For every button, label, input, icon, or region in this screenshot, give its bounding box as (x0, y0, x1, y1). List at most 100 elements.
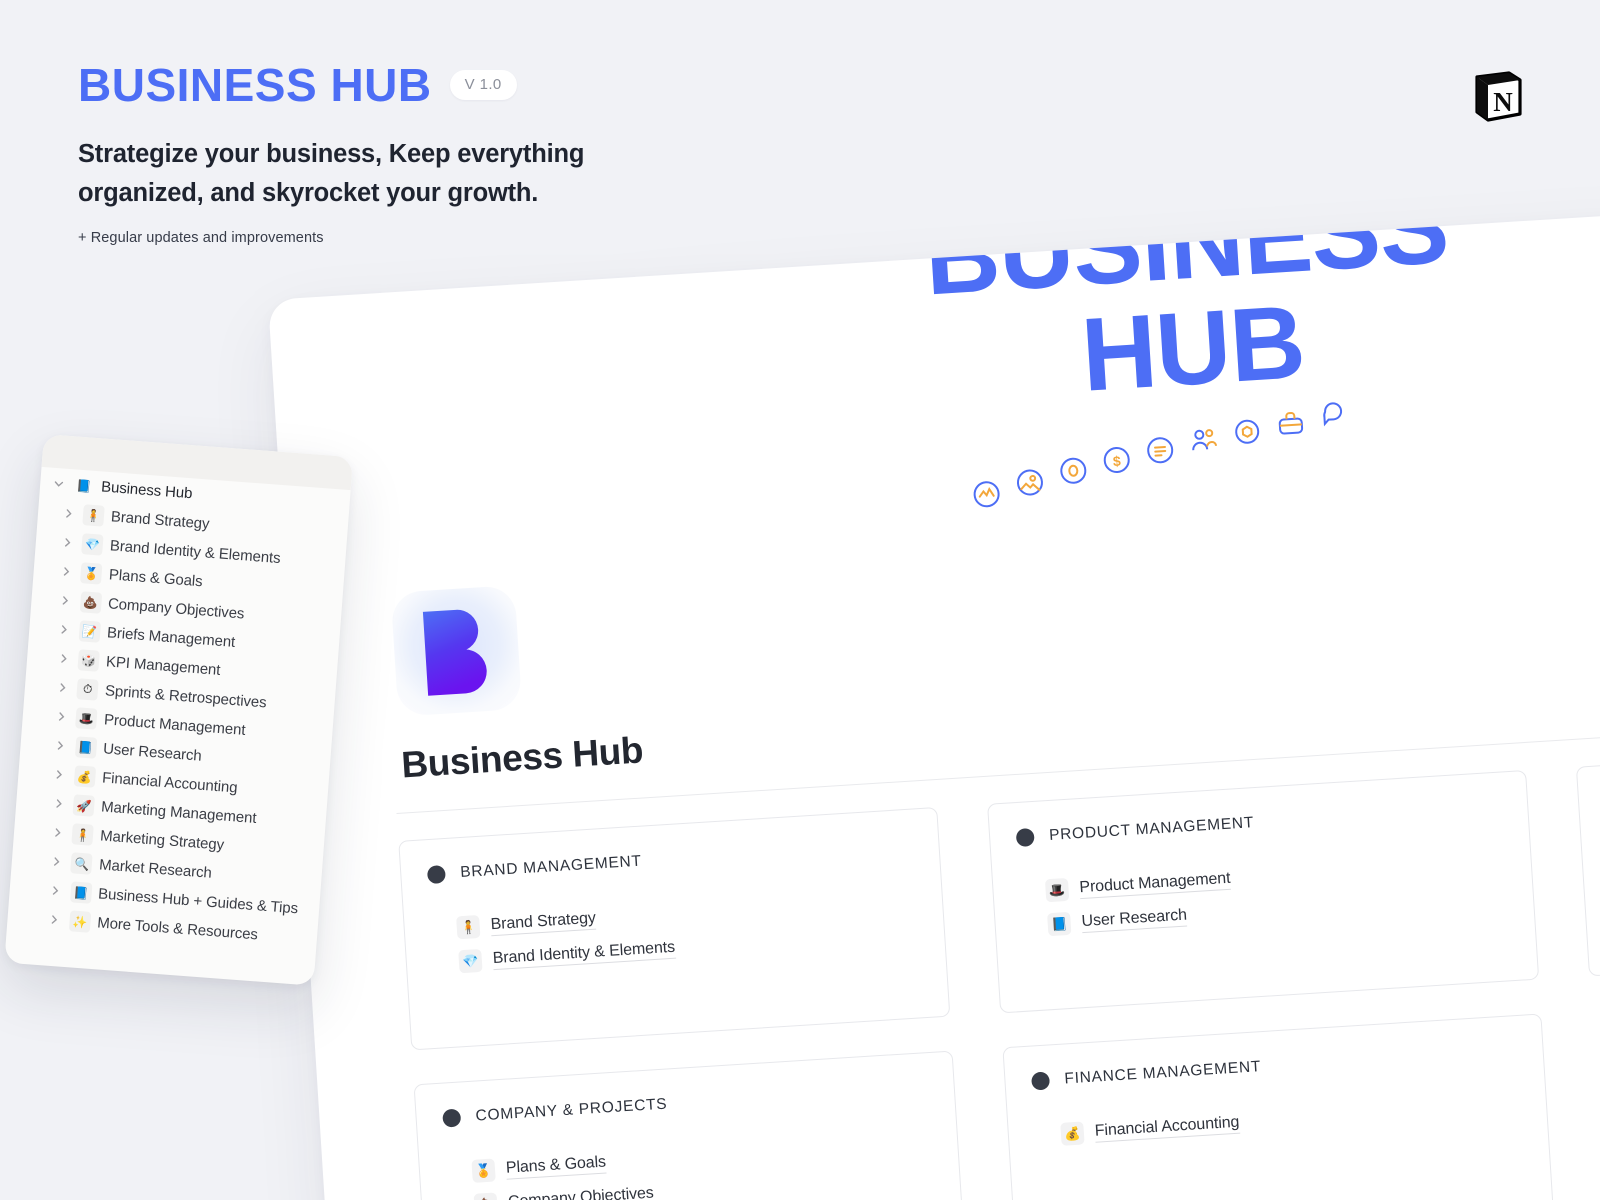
chat-bubble-icon (1318, 397, 1350, 429)
chevron-right-icon[interactable] (47, 885, 64, 897)
version-badge: V 1.0 (449, 70, 517, 100)
list-item-label: Plans & Goals (505, 1153, 607, 1180)
page-root: BUSINESS HUB V 1.0 Strategize your busin… (0, 0, 1600, 1200)
page-emoji-icon: 🏅 (471, 1158, 496, 1183)
column-left: BRAND MANAGEMENT 🧍 Brand Strategy 💎 Bran… (398, 806, 969, 1200)
title-row: BUSINESS HUB V 1.0 (78, 62, 778, 108)
notion-canvas-card: BUSINESS HUB $ Business Hub BRAND MANAGE… (268, 203, 1600, 1200)
sidebar-tree: 🧍 Brand Strategy 💎 Brand Identity & Element… (7, 497, 349, 954)
sidebar-item-label: Market Research (98, 856, 213, 882)
list-item[interactable]: 💰 Financial Accounting (1060, 1094, 1521, 1146)
section-header: FINANCE MANAGEMENT (1031, 1042, 1517, 1091)
b-letter-icon (422, 609, 487, 696)
bullet-dot-icon (442, 1108, 462, 1128)
page-emoji-icon: ⏱ (76, 678, 99, 701)
sidebar-item-label: Briefs Management (106, 624, 236, 651)
subline: + Regular updates and improvements (78, 229, 324, 246)
sidebar-item-label: KPI Management (105, 653, 221, 679)
chevron-right-icon[interactable] (59, 536, 76, 548)
chevron-right-icon[interactable] (55, 652, 72, 664)
page-emoji-icon: 🏅 (80, 562, 103, 585)
pulse-chart-icon (971, 478, 1003, 510)
chevron-right-icon[interactable] (56, 623, 73, 635)
chevron-right-icon[interactable] (60, 507, 77, 519)
chevron-down-icon[interactable] (50, 478, 67, 490)
sidebar-panel: 📘 Business Hub 🧍 Brand Strategy 💎 Brand Ide… (4, 434, 354, 986)
chevron-right-icon[interactable] (49, 827, 66, 839)
page-emoji-icon: 🧍 (71, 823, 95, 846)
list-item-label: Brand Identity & Elements (492, 938, 676, 970)
list-item-label: Product Management (1078, 869, 1232, 899)
section-card-product-management[interactable]: PRODUCT MANAGEMENT 🎩 Product Management … (987, 769, 1540, 1014)
chevron-right-icon[interactable] (50, 798, 67, 810)
page-emoji-icon: 💎 (81, 533, 104, 556)
section-items: 🎩 Product Management 📘 User Research (1019, 850, 1508, 937)
column-middle: PRODUCT MANAGEMENT 🎩 Product Management … (987, 769, 1557, 1200)
section-title: FINANCE MANAGEMENT (1063, 1058, 1262, 1088)
hexagon-node-icon (1231, 416, 1263, 448)
section-title: COMPANY & PROJECTS (475, 1095, 668, 1125)
list-item-label: Company Objectives (507, 1184, 655, 1200)
page-emoji-icon: 📘 (69, 881, 93, 904)
sidebar-item-label: Business Hub (100, 478, 193, 503)
dollar-coin-icon: $ (1101, 444, 1133, 476)
people-users-icon (1188, 425, 1220, 457)
section-card-company-projects[interactable]: COMPANY & PROJECTS 🏅 Plans & Goals 💩 Com… (413, 1050, 968, 1200)
bullet-dot-icon (1031, 1071, 1051, 1091)
page-emoji-icon: 📝 (78, 620, 101, 643)
page-emoji-icon: 🚀 (72, 794, 96, 817)
chevron-right-icon[interactable] (58, 565, 75, 577)
page-emoji-icon: 🧍 (456, 914, 481, 940)
image-photo-icon (1014, 467, 1046, 499)
page-emoji-icon: 💎 (458, 948, 483, 974)
sidebar-item-label: Company Objectives (107, 595, 245, 623)
chevron-right-icon[interactable] (51, 769, 68, 781)
page-emoji-icon: ✨ (68, 910, 92, 933)
briefcase-icon (1275, 407, 1307, 439)
chevron-right-icon[interactable] (53, 711, 70, 723)
chevron-right-icon[interactable] (57, 594, 74, 606)
page-emoji-icon: 📘 (1047, 911, 1072, 937)
sidebar-item-label: More Tools & Resources (96, 914, 259, 944)
page-emoji-icon: 💩 (79, 591, 102, 614)
page-title: BUSINESS HUB (78, 59, 432, 111)
page-emoji-icon: 💩 (473, 1192, 498, 1200)
chevron-right-icon[interactable] (52, 740, 69, 752)
section-card-finance-management[interactable]: FINANCE MANAGEMENT 💰 Financial Accountin… (1002, 1013, 1555, 1200)
canvas-page-title: Business Hub (400, 729, 645, 786)
bullet-dot-icon (426, 865, 446, 885)
section-header: PRODUCT MANAGEMENT (1015, 799, 1502, 848)
section-items: 🧍 Brand Strategy 💎 Brand Identity & Elem… (430, 888, 919, 975)
page-header: BUSINESS HUB V 1.0 Strategize your busin… (78, 62, 778, 246)
sidebar-item-label: Financial Accounting (101, 769, 239, 797)
page-emoji-icon: 🧍 (82, 504, 105, 527)
page-emoji-icon: 📘 (74, 736, 97, 759)
page-emoji-icon: 🎩 (75, 707, 98, 730)
page-emoji-icon: 💰 (73, 765, 96, 788)
section-card-growth[interactable]: GROWTH 🚀 Marketing Management 🧍 Marketin… (1575, 732, 1600, 977)
section-items: 🏅 Plans & Goals 💩 Company Objectives 📝 B… (445, 1131, 938, 1200)
section-title: PRODUCT MANAGEMENT (1048, 814, 1255, 844)
section-header: COMPANY & PROJECTS (442, 1079, 928, 1128)
chevron-right-icon[interactable] (48, 856, 65, 868)
page-emoji-icon: 📘 (75, 478, 92, 494)
chevron-right-icon[interactable] (54, 681, 71, 693)
list-item-label: Brand Strategy (490, 909, 597, 936)
target-ring-icon (1057, 455, 1089, 487)
sidebar-item-label: Plans & Goals (108, 566, 204, 591)
notion-logo-icon: N (1464, 66, 1526, 128)
page-emoji-icon: 🎩 (1044, 877, 1070, 903)
section-card-brand-management[interactable]: BRAND MANAGEMENT 🧍 Brand Strategy 💎 Bran… (398, 806, 951, 1051)
section-header: BRAND MANAGEMENT (426, 836, 913, 885)
page-emoji-icon: 🔍 (70, 852, 94, 875)
bullet-dot-icon (1015, 827, 1035, 848)
hero-title: BUSINESS HUB (921, 203, 1452, 414)
checklist-circle-icon (1144, 434, 1176, 466)
chevron-right-icon[interactable] (46, 914, 63, 926)
svg-text:N: N (1493, 87, 1513, 117)
sidebar-item-label: Product Management (103, 711, 246, 739)
page-emoji-icon: 💰 (1060, 1121, 1085, 1146)
sidebar-item-label: User Research (102, 740, 203, 765)
list-item-label: Financial Accounting (1094, 1113, 1240, 1143)
icon-strip: $ (968, 402, 1372, 508)
